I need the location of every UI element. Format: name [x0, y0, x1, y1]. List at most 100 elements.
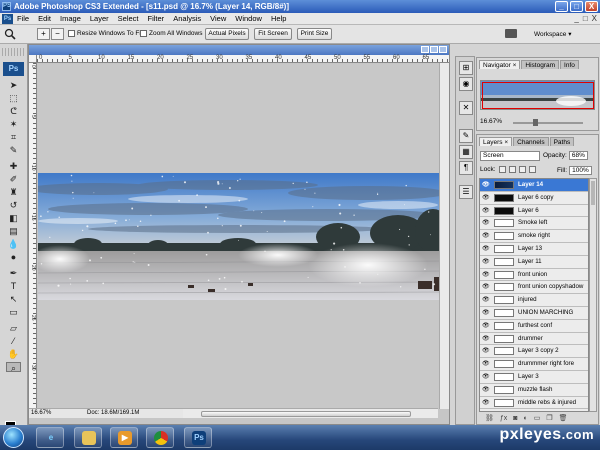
layer-row[interactable]: 👁 Layer 11	[480, 256, 588, 269]
layers-scrollbar[interactable]	[589, 178, 597, 412]
visibility-eye-icon[interactable]: 👁	[482, 272, 490, 278]
workspace-menu[interactable]: Workspace ▾	[505, 29, 571, 38]
type-tool-icon[interactable]: T	[6, 281, 21, 291]
layer-row[interactable]: 👁 Layer 6	[480, 205, 588, 218]
visibility-eye-icon[interactable]: 👁	[482, 195, 490, 201]
blend-mode-select[interactable]: Screen	[480, 151, 540, 161]
visibility-eye-icon[interactable]: 👁	[482, 310, 490, 316]
layer-thumbnail[interactable]	[494, 360, 514, 369]
layer-thumbnail[interactable]	[494, 270, 514, 279]
horizontal-ruler[interactable]: 0 5 10 15 20 25 30 35 40 45 50 55 60 65	[37, 55, 449, 63]
horizontal-scrollbar[interactable]	[183, 408, 438, 418]
layer-thumbnail[interactable]	[494, 334, 514, 343]
layer-name[interactable]: furthest conf	[518, 322, 552, 330]
history-brush-tool-icon[interactable]: ↺	[6, 200, 21, 210]
ruler-origin[interactable]	[29, 55, 37, 63]
navigator-view-box[interactable]	[482, 82, 594, 109]
histogram-panel-icon[interactable]: ◉	[459, 77, 473, 91]
layer-name[interactable]: smoke right	[518, 232, 550, 240]
visibility-eye-icon[interactable]: 👁	[482, 233, 490, 239]
tab-navigator[interactable]: Navigator ×	[479, 60, 521, 69]
layer-thumbnail[interactable]	[494, 283, 514, 292]
mask-icon[interactable]: ◙	[513, 414, 517, 424]
doc-min-icon[interactable]	[421, 46, 429, 53]
visibility-eye-icon[interactable]: 👁	[482, 348, 490, 354]
layer-thumbnail[interactable]	[494, 206, 514, 215]
fx-icon[interactable]: ƒx	[500, 414, 507, 424]
fill-input[interactable]: 100%	[569, 166, 592, 175]
visibility-eye-icon[interactable]: 👁	[482, 284, 490, 290]
move-tool-icon[interactable]: ➤	[6, 80, 21, 90]
navigator-panel-icon[interactable]: ⊞	[459, 61, 473, 75]
layer-thumbnail[interactable]	[494, 257, 514, 266]
menu-window[interactable]: Window	[235, 14, 262, 23]
layer-thumbnail[interactable]	[494, 372, 514, 381]
layer-thumbnail[interactable]	[494, 193, 514, 202]
zoom-level-field[interactable]: 16.67%	[31, 409, 51, 418]
zoom-tool-icon[interactable]: ⌕	[6, 362, 21, 373]
layer-thumbnail[interactable]	[494, 398, 514, 407]
layer-name[interactable]: Layer 3 copy 2	[518, 347, 559, 355]
tab-info[interactable]: Info	[560, 60, 579, 69]
vertical-scrollbar[interactable]	[439, 63, 449, 409]
zoom-out-icon[interactable]: −	[51, 28, 64, 40]
taskbar-media-player[interactable]: ▶	[110, 427, 138, 448]
clone-source-icon[interactable]: ▦	[459, 145, 473, 159]
tools-grip[interactable]	[2, 48, 26, 56]
layer-row[interactable]: 👁 front union	[480, 269, 588, 282]
layer-name[interactable]: Layer 3	[518, 373, 539, 381]
visibility-eye-icon[interactable]: 👁	[482, 297, 490, 303]
lock-all-icon[interactable]	[528, 166, 536, 173]
visibility-eye-icon[interactable]: 👁	[482, 323, 490, 329]
brush-tool-icon[interactable]: ✐	[6, 174, 21, 184]
lock-transparent-icon[interactable]	[498, 166, 506, 173]
trash-icon[interactable]: 🗑	[559, 414, 568, 424]
tab-histogram[interactable]: Histogram	[521, 60, 560, 69]
taskbar-photoshop[interactable]: Ps	[184, 427, 212, 448]
slice-tool-icon[interactable]: ✎	[6, 145, 21, 155]
tool-presets-icon[interactable]: ✕	[459, 101, 473, 115]
tab-paths[interactable]: Paths	[549, 137, 575, 146]
navigator-zoom-knob[interactable]	[532, 119, 538, 126]
layer-row[interactable]: 👁 Layer 13	[480, 243, 588, 256]
menu-file[interactable]: File	[17, 14, 29, 23]
zoom-all-windows-checkbox[interactable]: Zoom All Windows	[140, 30, 202, 37]
notes-tool-icon[interactable]: ▱	[6, 323, 21, 333]
maximize-button[interactable]: □	[570, 1, 583, 12]
scroll-thumb[interactable]	[201, 411, 411, 417]
visibility-eye-icon[interactable]: 👁	[482, 208, 490, 214]
magic-wand-tool-icon[interactable]: ✶	[6, 119, 21, 129]
layer-thumbnail[interactable]	[494, 321, 514, 330]
visibility-eye-icon[interactable]: 👁	[482, 400, 490, 406]
visibility-eye-icon[interactable]: 👁	[482, 259, 490, 265]
zoom-in-icon[interactable]: +	[37, 28, 50, 40]
dodge-tool-icon[interactable]: ●	[6, 252, 21, 262]
crop-tool-icon[interactable]: ⌗	[6, 132, 21, 142]
lock-position-icon[interactable]	[518, 166, 526, 173]
layer-row[interactable]: 👁 Layer 3	[480, 371, 588, 384]
tab-layers[interactable]: Layers ×	[479, 137, 513, 146]
layer-row[interactable]: 👁 drummmer right fore	[480, 358, 588, 371]
pen-tool-icon[interactable]: ✒	[6, 268, 21, 278]
visibility-eye-icon[interactable]: 👁	[482, 387, 490, 393]
taskbar-explorer[interactable]	[74, 427, 102, 448]
document-title-bar[interactable]	[29, 45, 449, 55]
layer-row[interactable]: 👁 Layer 6 copy	[480, 192, 588, 205]
healing-brush-tool-icon[interactable]: ✚	[6, 161, 21, 171]
layer-name[interactable]: drummmer right fore	[518, 360, 574, 368]
doc-size-info[interactable]: Doc: 18.6M/169.1M	[87, 409, 139, 418]
visibility-eye-icon[interactable]: 👁	[482, 361, 490, 367]
navigator-zoom-field[interactable]: 16.67%	[480, 118, 502, 125]
doc-minimize-button[interactable]: _	[574, 14, 578, 23]
fit-screen-button[interactable]: Fit Screen	[254, 28, 292, 40]
layer-row[interactable]: 👁 drummer	[480, 333, 588, 346]
path-selection-tool-icon[interactable]: ↖	[6, 294, 21, 304]
layer-name[interactable]: Layer 6	[518, 207, 539, 215]
taskbar-ie[interactable]: e	[36, 427, 64, 448]
actual-pixels-button[interactable]: Actual Pixels	[205, 28, 249, 40]
layer-thumbnail[interactable]	[494, 244, 514, 253]
blur-tool-icon[interactable]: 💧	[6, 239, 21, 249]
eraser-tool-icon[interactable]: ◧	[6, 213, 21, 223]
layer-thumbnail[interactable]	[494, 308, 514, 317]
layer-name[interactable]: drummer	[518, 335, 543, 343]
